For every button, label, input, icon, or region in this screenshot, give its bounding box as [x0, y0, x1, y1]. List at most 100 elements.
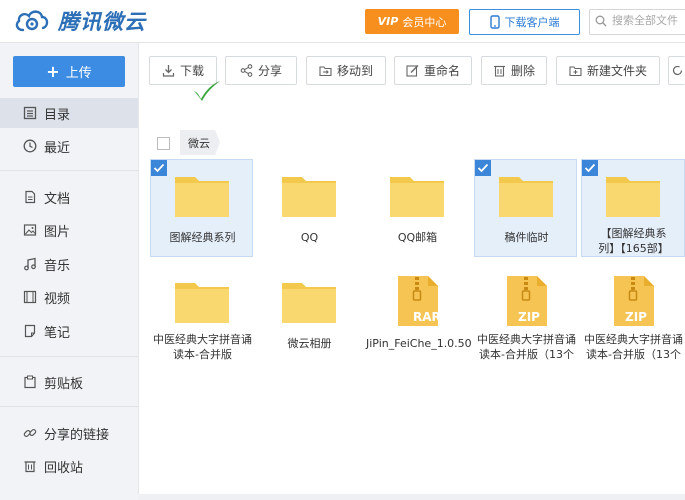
plus-icon: + [46, 61, 60, 81]
image-icon [23, 224, 37, 236]
download-client-button[interactable]: 下载客户端 [469, 9, 580, 35]
vip-center-label: 会员中心 [402, 15, 447, 29]
new-folder-icon [569, 66, 582, 77]
upload-label: 上传 [65, 66, 92, 81]
folder-icon [175, 177, 229, 217]
trash-icon [493, 65, 505, 77]
sidebar-item-label: 视频 [44, 291, 71, 307]
document-icon [25, 190, 36, 204]
search-icon[interactable] [595, 15, 607, 27]
sidebar-item-images[interactable]: 图片 [0, 215, 138, 245]
sidebar-item-notes[interactable]: 笔记 [0, 316, 138, 346]
file-name-line: 列】【165部】 [598, 242, 669, 255]
move-to-label: 移动到 [336, 64, 373, 78]
delete-label: 删除 [510, 64, 535, 78]
folder-icon [499, 177, 553, 217]
file-name: 图解经典系列 [169, 231, 236, 244]
sidebar-item-label: 分享的链接 [44, 427, 110, 443]
file-name: 中医经典大字拼音诵 读本-合并版（13个 [582, 332, 685, 362]
sidebar-item-music[interactable]: 音乐 [0, 249, 138, 279]
file-name-line: 中医经典大字拼音诵 [477, 333, 576, 346]
file-name-line: 【图解经典系 [600, 227, 667, 240]
download-client-label: 下载客户端 [504, 16, 560, 29]
file-name-line: 读本-合并版（13个 [479, 348, 574, 361]
phone-icon [489, 15, 500, 29]
sidebar-item-label: 回收站 [44, 460, 84, 476]
sidebar-divider [0, 170, 138, 171]
download-icon [162, 65, 175, 77]
sidebar-item-clipboard[interactable]: 剪贴板 [0, 367, 138, 397]
file-name-line: 读本-合并版（13个 [586, 348, 681, 361]
folder-icon [282, 177, 336, 217]
sidebar-item-video[interactable]: 视频 [0, 282, 138, 312]
sidebar-item-label: 图片 [44, 224, 71, 240]
refresh-icon [672, 65, 682, 76]
file-item[interactable]: 图解经典系列 [150, 159, 253, 257]
share-button[interactable]: 分享 [225, 56, 297, 85]
file-name: JiPin_FeiChe_1.0.50 [366, 337, 472, 350]
search-box[interactable] [589, 9, 685, 35]
file-name-line: 中医经典大字拼音诵 [584, 333, 683, 346]
search-input[interactable] [612, 14, 685, 27]
folder-icon [175, 283, 229, 323]
file-name-line: 中医经典大字拼音诵 [153, 333, 252, 346]
file-name: 中医经典大字拼音诵 读本-合并版 [151, 332, 254, 362]
sidebar-divider [0, 356, 138, 357]
sidebar-item-recent[interactable]: 最近 [0, 131, 138, 161]
selected-checkbox[interactable] [475, 160, 491, 176]
sidebar-divider [0, 406, 138, 407]
file-item[interactable]: 微云相册 [257, 265, 360, 363]
vip-badge: VIP [377, 15, 399, 28]
download-label: 下载 [179, 64, 204, 78]
sidebar-item-label: 剪贴板 [44, 376, 84, 392]
trash-icon [24, 461, 36, 473]
select-all-checkbox[interactable] [157, 137, 170, 150]
archive-type-badge: ZIP [518, 310, 540, 324]
file-name: QQ邮箱 [397, 231, 438, 244]
weiyun-logo-icon [15, 10, 49, 32]
file-name: 中医经典大字拼音诵 读本-合并版（13个 [475, 332, 578, 362]
move-to-button[interactable]: 移动到 [306, 56, 386, 85]
sidebar-item-label: 目录 [44, 107, 71, 123]
folder-icon [390, 177, 444, 217]
video-icon [23, 290, 37, 304]
upload-button[interactable]: + 上传 [13, 56, 125, 87]
file-item[interactable]: ZIP 中医经典大字拼音诵 读本-合并版（13个 [581, 265, 685, 363]
selected-checkbox[interactable] [582, 160, 598, 176]
archive-type-badge: RAR [413, 310, 441, 324]
clipboard-icon [24, 375, 36, 389]
green-check-icon [194, 81, 220, 101]
breadcrumb-item-root[interactable]: 微云 [180, 130, 220, 155]
app-logo-text: 腾讯微云 [58, 10, 146, 34]
rename-button[interactable]: 重命名 [394, 56, 472, 85]
file-name: 稿件临时 [504, 231, 549, 244]
file-item[interactable]: 稿件临时 [474, 159, 577, 257]
file-name: QQ [300, 231, 319, 244]
file-name: 【图解经典系 列】【165部】 [582, 226, 685, 256]
list-icon [23, 106, 37, 120]
rename-label: 重命名 [423, 64, 460, 78]
vip-center-button[interactable]: VIP 会员中心 [365, 9, 459, 34]
file-item[interactable]: QQ [257, 159, 360, 257]
sidebar-item-documents[interactable]: 文档 [0, 182, 138, 212]
check-icon [153, 163, 165, 173]
sidebar-item-shared-links[interactable]: 分享的链接 [0, 418, 138, 448]
sidebar-item-recycle-bin[interactable]: 回收站 [0, 451, 138, 481]
new-folder-button[interactable]: 新建文件夹 [556, 56, 660, 85]
file-item[interactable]: ZIP 中医经典大字拼音诵 读本-合并版（13个 [474, 265, 577, 363]
horizontal-scrollbar[interactable] [138, 494, 685, 500]
folder-icon [282, 283, 336, 323]
file-item[interactable]: 中医经典大字拼音诵 读本-合并版 [150, 265, 253, 363]
selected-checkbox[interactable] [151, 160, 167, 176]
archive-type-badge: ZIP [625, 310, 647, 324]
file-item[interactable]: RAR JiPin_FeiChe_1.0.50 [365, 265, 472, 363]
refresh-button[interactable] [668, 56, 685, 85]
note-icon [24, 324, 36, 338]
sidebar-item-label: 最近 [44, 140, 71, 156]
check-icon [584, 163, 596, 173]
sidebar-item-directory[interactable]: 目录 [0, 98, 138, 128]
file-item[interactable]: 【图解经典系 列】【165部】 [581, 159, 685, 257]
delete-button[interactable]: 删除 [481, 56, 547, 85]
file-item[interactable]: QQ邮箱 [365, 159, 468, 257]
breadcrumb-label: 微云 [188, 136, 210, 150]
